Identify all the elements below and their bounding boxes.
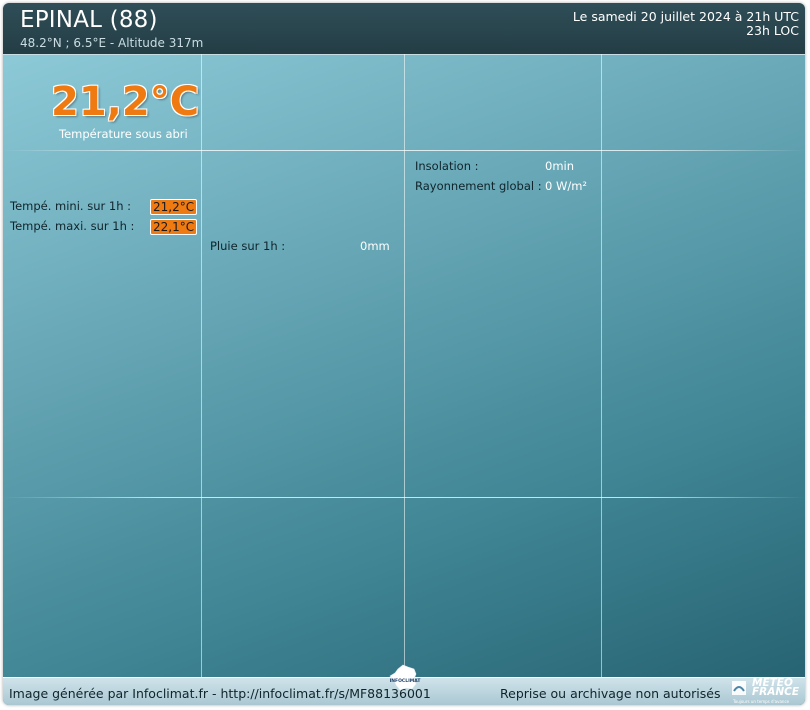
rain-value: 0mm — [360, 239, 390, 253]
observation-date-utc: Le samedi 20 juillet 2024 à 21h UTC — [572, 9, 799, 24]
meteo-france-tagline: Toujours un temps d'avance — [733, 699, 790, 704]
global-radiation-value: 0 W/m² — [545, 179, 588, 193]
min-temperature-value: 21,2°C — [150, 199, 198, 215]
rights-notice: Reprise ou archivage non autorisés — [500, 686, 721, 701]
max-temperature-value: 22,1°C — [150, 219, 198, 235]
grid-divider — [3, 497, 805, 498]
station-name: EPINAL (88) — [20, 7, 158, 33]
weather-panel: EPINAL (88) 48.2°N ; 6.5°E - Altitude 31… — [3, 3, 805, 705]
current-temperature-label: Température sous abri — [59, 127, 188, 141]
observation-time-local: 23h LOC — [746, 23, 799, 38]
meteo-france-wordmark: METEO FRANCE — [752, 678, 800, 698]
global-radiation-label: Rayonnement global : — [415, 179, 542, 193]
min-temperature-label: Tempé. mini. sur 1h : — [10, 199, 132, 213]
insolation-label: Insolation : — [415, 159, 479, 173]
header-bar: EPINAL (88) 48.2°N ; 6.5°E - Altitude 31… — [3, 3, 805, 55]
current-temperature: 21,2°C — [51, 79, 200, 125]
grid-divider — [3, 150, 805, 151]
meteo-france-line2: FRANCE — [752, 686, 800, 698]
insolation-value: 0min — [545, 159, 575, 173]
infoclimat-logo-text: INFOCLIMAT — [390, 678, 422, 684]
grid-divider — [404, 54, 405, 677]
generated-by-text: Image générée par Infoclimat.fr - http:/… — [9, 686, 431, 701]
station-coordinates: 48.2°N ; 6.5°E - Altitude 317m — [20, 36, 204, 50]
max-temperature-label: Tempé. maxi. sur 1h : — [10, 219, 135, 233]
grid-divider — [601, 54, 602, 677]
rain-label: Pluie sur 1h : — [210, 239, 286, 253]
grid-divider — [201, 54, 202, 677]
france-map-icon: INFOCLIMAT — [389, 664, 422, 691]
